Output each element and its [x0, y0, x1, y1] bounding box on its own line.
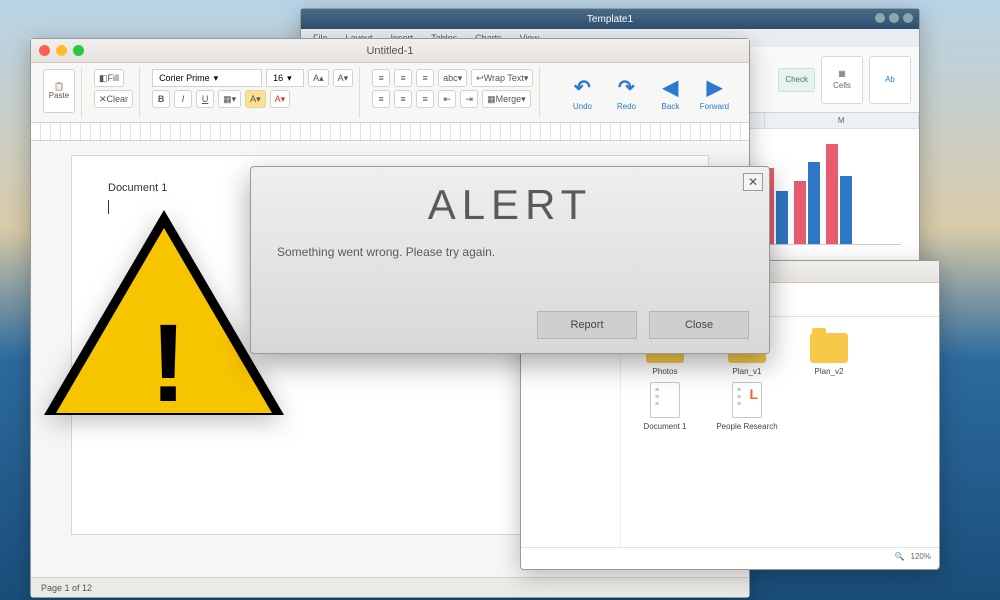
file-label: Document 1: [643, 422, 686, 431]
word-title: Untitled-1: [366, 45, 413, 57]
paste-button[interactable]: 📋 Paste: [43, 69, 75, 113]
maximize-icon[interactable]: [889, 13, 899, 23]
close-icon[interactable]: [39, 45, 50, 56]
file-item[interactable]: Plan_v2: [793, 333, 865, 376]
chart-bar: [840, 176, 852, 244]
highlight-button[interactable]: A▾: [245, 90, 266, 108]
grow-font-button[interactable]: A▴: [308, 69, 329, 87]
align-middle-button[interactable]: ≡: [394, 69, 412, 87]
fill-button[interactable]: ◧ Fill: [94, 69, 124, 87]
minimize-icon[interactable]: [56, 45, 67, 56]
exclamation-icon: !: [150, 300, 187, 427]
align-center-button[interactable]: ≡: [394, 90, 412, 108]
word-titlebar[interactable]: Untitled-1: [31, 39, 749, 63]
undo-button[interactable]: ↶Undo: [560, 75, 604, 111]
spellcheck-button[interactable]: abc▾: [438, 69, 467, 87]
font-color-button[interactable]: A▾: [270, 90, 291, 108]
font-select[interactable]: Corier Prime ▾: [152, 69, 262, 87]
align-bottom-button[interactable]: ≡: [416, 69, 434, 87]
report-button[interactable]: Report: [537, 311, 637, 339]
maximize-icon[interactable]: [73, 45, 84, 56]
back-button[interactable]: ◀Back: [648, 75, 692, 111]
file-label: Plan_v2: [815, 367, 844, 376]
wrap-text-button[interactable]: ↩ Wrap Text ▾: [471, 69, 533, 87]
forward-icon: ▶: [707, 75, 722, 100]
file-label: People Research: [716, 422, 777, 431]
zoom-icon: 🔍: [895, 552, 905, 561]
column-header[interactable]: M: [765, 113, 920, 128]
file-label: Photos: [653, 367, 678, 376]
indent-right-button[interactable]: ⇥: [460, 90, 478, 108]
bold-button[interactable]: B: [152, 90, 170, 108]
dialog-close-button[interactable]: ✕: [743, 173, 763, 191]
clear-button[interactable]: ✕ Clear: [94, 90, 133, 108]
redo-icon: ↷: [618, 75, 635, 100]
zoom-level: 120%: [911, 552, 931, 561]
align-right-button[interactable]: ≡: [416, 90, 434, 108]
alert-dialog: ✕ ALERT Something went wrong. Please try…: [250, 166, 770, 354]
redo-button[interactable]: ↷Redo: [604, 75, 648, 111]
chart-bar: [794, 181, 806, 244]
spreadsheet-titlebar[interactable]: Template1: [301, 9, 919, 29]
file-label: Plan_v1: [733, 367, 762, 376]
alert-title: ALERT: [251, 181, 769, 229]
ribbon-cells-button[interactable]: ▦Cells: [821, 56, 863, 104]
alert-message: Something went wrong. Please try again.: [251, 229, 769, 259]
close-button[interactable]: Close: [649, 311, 749, 339]
merge-button[interactable]: ▦ Merge ▾: [482, 90, 531, 108]
ruler[interactable]: [31, 123, 749, 141]
indent-left-button[interactable]: ⇤: [438, 90, 456, 108]
word-statusbar: Page 1 of 12: [31, 577, 749, 597]
folder-icon: [810, 333, 848, 363]
file-icon: ≡≡≡: [732, 382, 762, 418]
shrink-font-button[interactable]: A▾: [333, 69, 354, 87]
align-top-button[interactable]: ≡: [372, 69, 390, 87]
chart-bar: [826, 144, 838, 244]
file-browser-statusbar: 🔍 120%: [521, 547, 939, 565]
word-ribbon: 📋 Paste ◧ Fill ✕ Clear Corier Prime ▾ 16…: [31, 63, 749, 123]
close-icon[interactable]: [903, 13, 913, 23]
forward-button[interactable]: ▶Forward: [692, 75, 736, 111]
spreadsheet-title: Template1: [587, 14, 633, 25]
underline-button[interactable]: U: [196, 90, 214, 108]
back-icon: ◀: [663, 75, 678, 100]
chart-bar: [808, 162, 820, 244]
italic-button[interactable]: I: [174, 90, 192, 108]
file-icon: ≡≡≡: [650, 382, 680, 418]
ribbon-check-button[interactable]: Check: [778, 68, 815, 92]
ribbon-format-button[interactable]: Ab: [869, 56, 911, 104]
font-size-select[interactable]: 16 ▾: [266, 69, 304, 87]
clipboard-icon: 📋: [54, 82, 64, 91]
file-item[interactable]: ≡≡≡ People Research: [711, 382, 783, 431]
align-left-button[interactable]: ≡: [372, 90, 390, 108]
border-button[interactable]: ▦▾: [218, 90, 241, 108]
chart-bar: [776, 191, 788, 244]
page-counter: Page 1 of 12: [41, 583, 92, 593]
minimize-icon[interactable]: [875, 13, 885, 23]
file-item[interactable]: ≡≡≡ Document 1: [629, 382, 701, 431]
undo-icon: ↶: [574, 75, 591, 100]
